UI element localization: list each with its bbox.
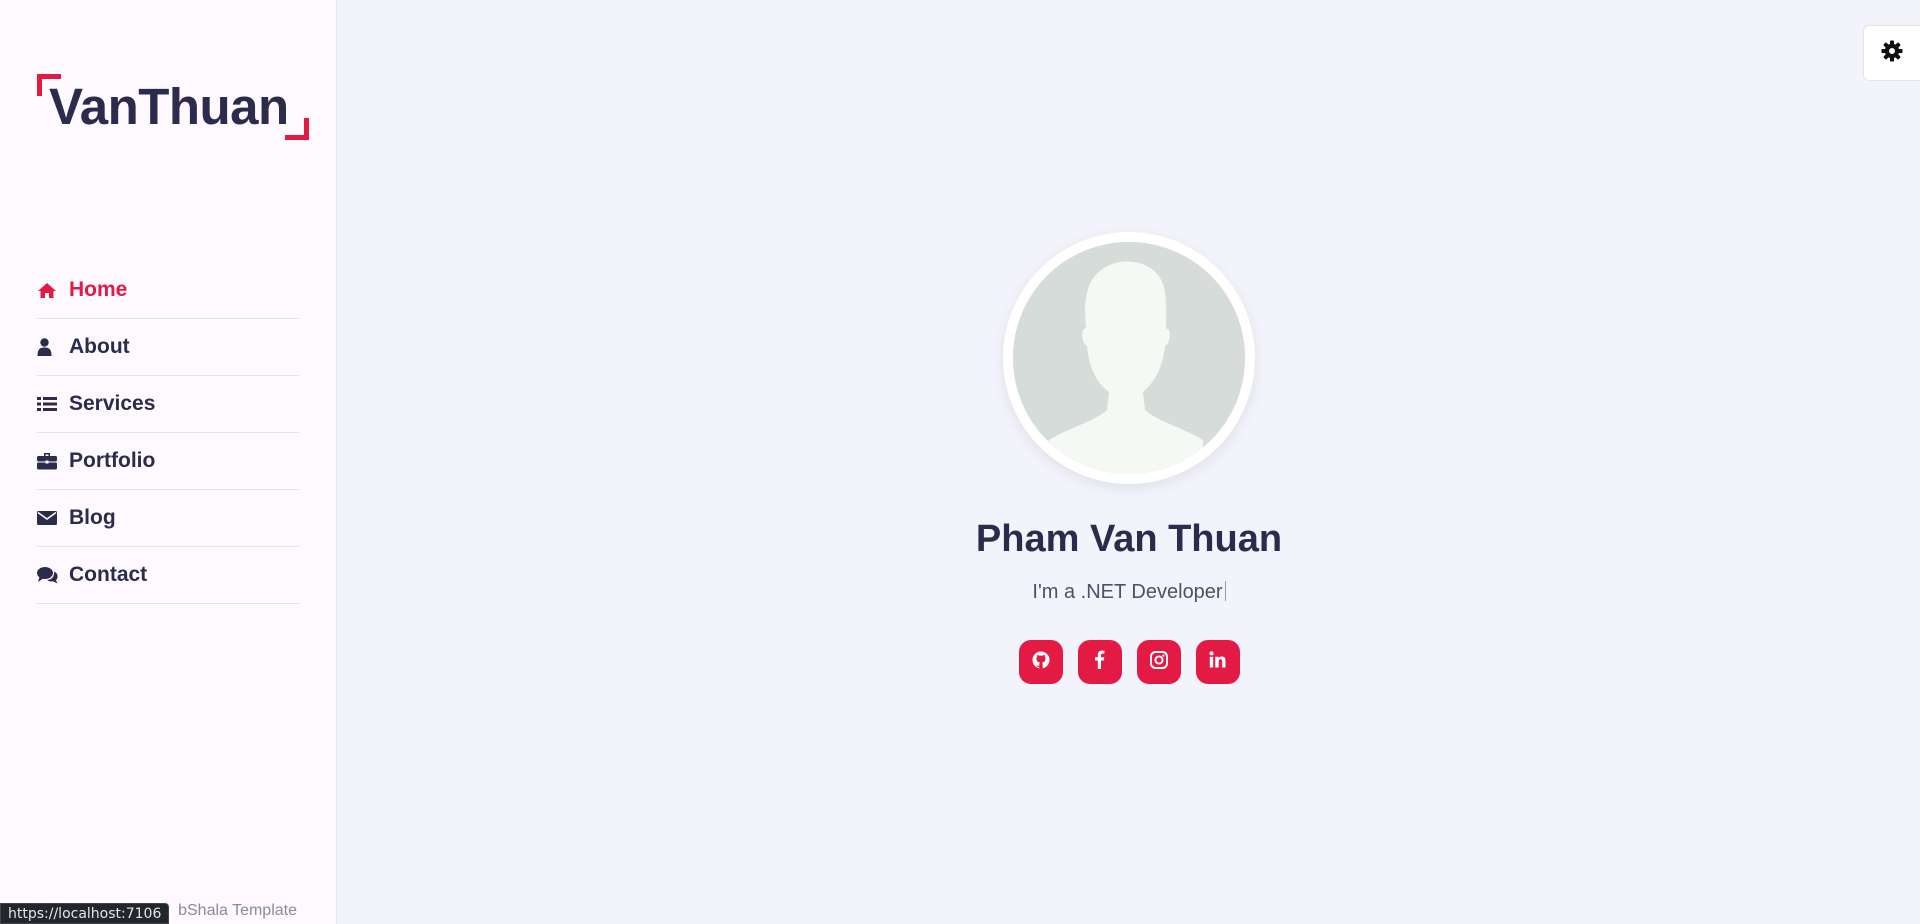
comments-icon (37, 565, 59, 585)
envelope-icon (37, 508, 59, 528)
github-icon (1032, 651, 1050, 674)
hero-role-line: I'm a .NET Developer (338, 581, 1920, 604)
nav-item-contact[interactable]: Contact (37, 547, 299, 604)
nav-item-blog[interactable]: Blog (37, 490, 299, 547)
main-nav: Home About Services Portfolio Blog Conta… (37, 262, 299, 604)
site-logo[interactable]: VanThuan (37, 74, 309, 140)
hero-role-text: I'm a .NET Developer (1032, 581, 1223, 603)
facebook-icon (1094, 650, 1105, 674)
nav-item-portfolio[interactable]: Portfolio (37, 433, 299, 490)
facebook-link[interactable] (1077, 640, 1122, 684)
typing-cursor (1224, 581, 1226, 601)
profile-avatar (1003, 232, 1255, 484)
nav-item-about[interactable]: About (37, 319, 299, 376)
hero-section: Pham Van Thuan I'm a .NET Developer (338, 0, 1920, 924)
briefcase-icon (37, 451, 59, 471)
nav-label-portfolio: Portfolio (69, 449, 156, 472)
linkedin-link[interactable] (1195, 640, 1240, 684)
list-icon (37, 394, 59, 414)
nav-label-contact: Contact (69, 563, 148, 586)
github-link[interactable] (1018, 640, 1063, 684)
logo-corner-bottom-right (285, 118, 309, 140)
nav-label-about: About (69, 335, 130, 358)
linkedin-icon (1209, 651, 1226, 673)
user-icon (37, 337, 59, 357)
nav-label-services: Services (69, 392, 156, 415)
instagram-icon (1149, 650, 1168, 674)
nav-label-home: Home (69, 278, 128, 301)
status-bar-url: https://localhost:7106 (0, 903, 170, 924)
hero-name: Pham Van Thuan (975, 518, 1283, 560)
nav-item-services[interactable]: Services (37, 376, 299, 433)
sidebar: VanThuan Home About Services Portfolio B… (0, 0, 337, 924)
instagram-link[interactable] (1136, 640, 1181, 684)
logo-text: VanThuan (49, 78, 289, 135)
nav-item-home[interactable]: Home (37, 262, 299, 319)
social-links (338, 640, 1920, 684)
avatar-silhouette-image (1013, 242, 1245, 474)
home-icon (37, 280, 59, 300)
nav-label-blog: Blog (69, 506, 116, 529)
